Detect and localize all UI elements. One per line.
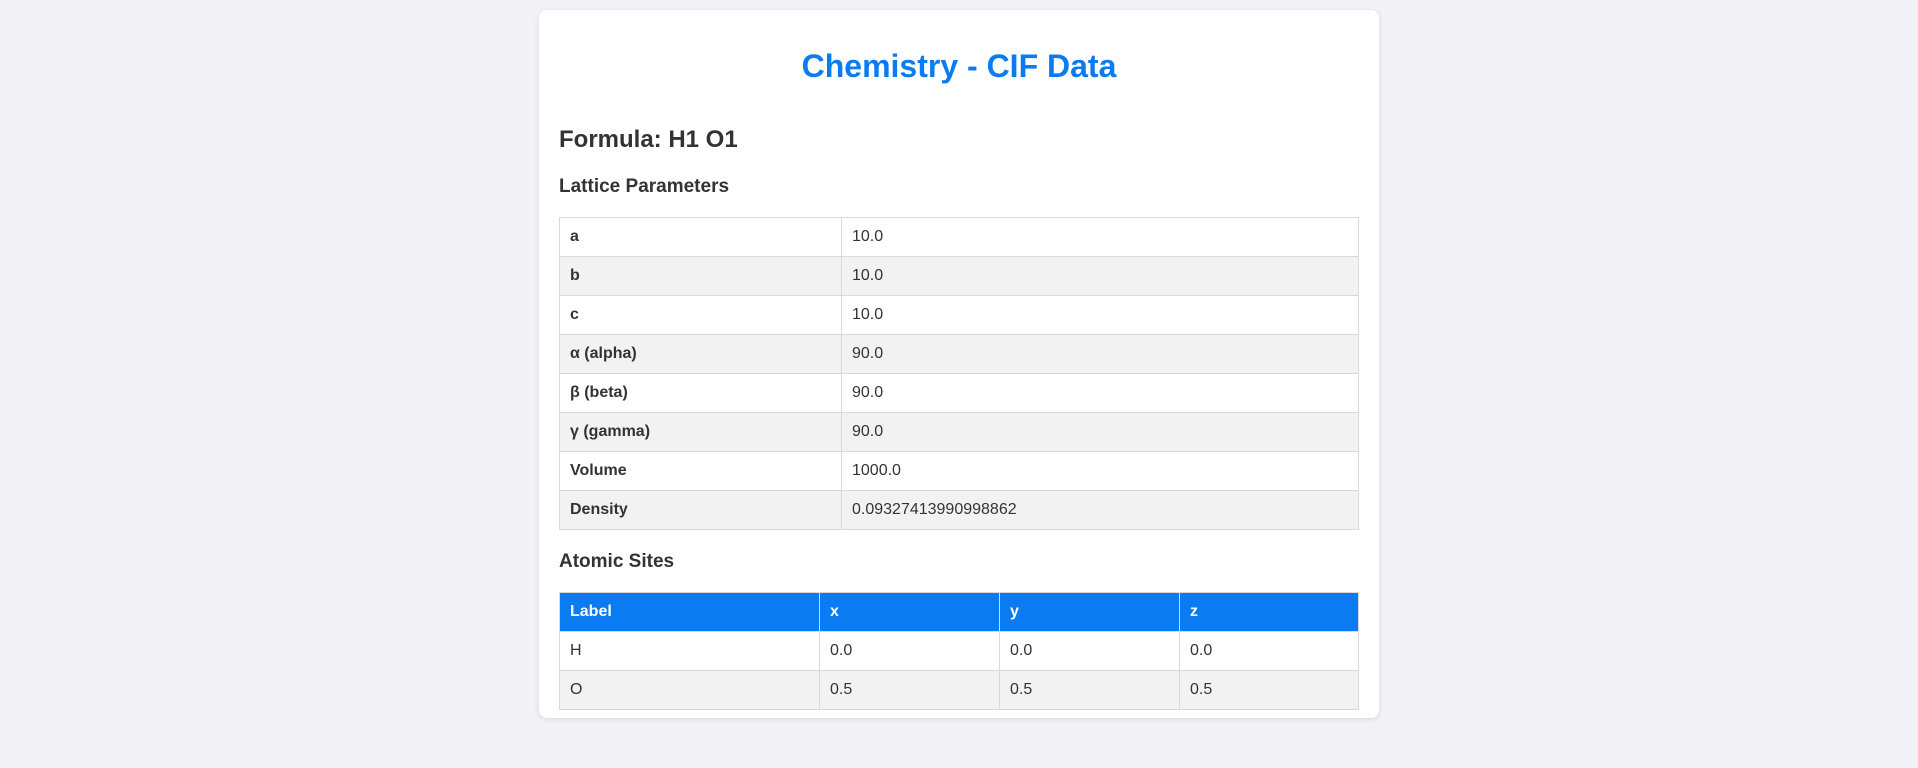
- atomic-sites-table: Label x y z H 0.0 0.0 0.0 O 0.5 0.5 0.5: [559, 592, 1359, 710]
- column-header-x: x: [819, 592, 1000, 632]
- lattice-value: 10.0: [841, 295, 1359, 335]
- lattice-value: 10.0: [841, 217, 1359, 257]
- table-row: α (alpha) 90.0: [559, 334, 1359, 374]
- column-header-label: Label: [559, 592, 820, 632]
- lattice-value: 10.0: [841, 256, 1359, 296]
- lattice-key: Density: [559, 490, 842, 530]
- site-label: O: [559, 670, 820, 710]
- table-row: Density 0.09327413990998862: [559, 490, 1359, 530]
- lattice-key: Volume: [559, 451, 842, 491]
- table-row: a 10.0: [559, 217, 1359, 257]
- site-x: 0.5: [819, 670, 1000, 710]
- lattice-parameters-table: a 10.0 b 10.0 c 10.0 α (alpha) 90.0 β (b…: [559, 217, 1359, 530]
- table-row: γ (gamma) 90.0: [559, 412, 1359, 452]
- atomic-sites-heading: Atomic Sites: [559, 551, 675, 572]
- lattice-key: γ (gamma): [559, 412, 842, 452]
- site-label: H: [559, 631, 820, 671]
- table-row: β (beta) 90.0: [559, 373, 1359, 413]
- lattice-key: c: [559, 295, 842, 335]
- page-title: Chemistry - CIF Data: [801, 48, 1117, 84]
- lattice-key: α (alpha): [559, 334, 842, 374]
- site-z: 0.0: [1179, 631, 1359, 671]
- lattice-value: 90.0: [841, 373, 1359, 413]
- site-z: 0.5: [1179, 670, 1359, 710]
- table-row: Volume 1000.0: [559, 451, 1359, 491]
- site-x: 0.0: [819, 631, 1000, 671]
- lattice-value: 90.0: [841, 412, 1359, 452]
- table-header-row: Label x y z: [559, 592, 1359, 632]
- table-row: b 10.0: [559, 256, 1359, 296]
- cif-card: Chemistry - CIF Data Formula: H1 O1 Latt…: [539, 10, 1379, 718]
- column-header-y: y: [999, 592, 1180, 632]
- column-header-z: z: [1179, 592, 1359, 632]
- lattice-key: b: [559, 256, 842, 296]
- table-row: H 0.0 0.0 0.0: [559, 631, 1359, 671]
- site-y: 0.0: [999, 631, 1180, 671]
- lattice-value: 1000.0: [841, 451, 1359, 491]
- table-row: O 0.5 0.5 0.5: [559, 670, 1359, 710]
- lattice-key: a: [559, 217, 842, 257]
- lattice-value: 0.09327413990998862: [841, 490, 1359, 530]
- table-row: c 10.0: [559, 295, 1359, 335]
- formula-heading: Formula: H1 O1: [559, 126, 738, 153]
- lattice-parameters-heading: Lattice Parameters: [559, 176, 730, 197]
- lattice-value: 90.0: [841, 334, 1359, 374]
- site-y: 0.5: [999, 670, 1180, 710]
- lattice-key: β (beta): [559, 373, 842, 413]
